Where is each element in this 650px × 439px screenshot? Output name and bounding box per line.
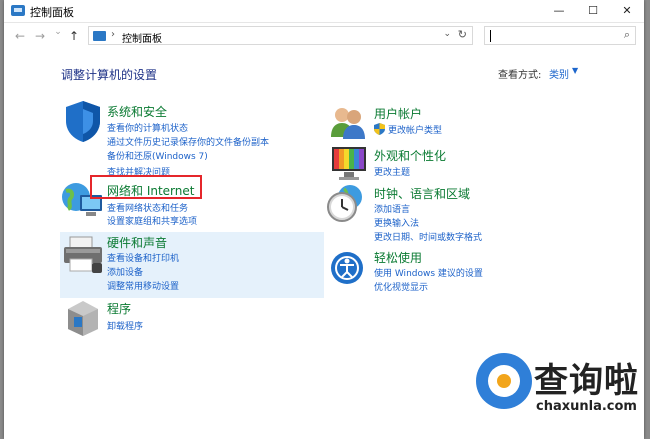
link-homegroup-sharing[interactable]: 设置家庭组和共享选项 — [107, 214, 197, 227]
uac-shield-icon — [374, 123, 385, 135]
refresh-icon[interactable]: ↻ — [458, 28, 467, 41]
category-title[interactable]: 系统和安全 — [107, 103, 167, 120]
recent-locations-icon[interactable]: ⌄ — [50, 27, 66, 37]
category-title[interactable]: 硬件和声音 — [107, 234, 167, 251]
search-icon[interactable]: ⌕ — [624, 28, 630, 42]
up-arrow-icon[interactable]: ↑ — [66, 29, 82, 43]
link-add-device[interactable]: 添加设备 — [107, 265, 143, 278]
watermark: 查询啦 chaxunla.com — [474, 349, 644, 439]
link-change-date-time-format[interactable]: 更改日期、时间或数字格式 — [374, 230, 482, 243]
chevron-right-icon: › — [111, 29, 115, 40]
users-icon — [331, 108, 365, 139]
clock-globe-icon — [327, 185, 362, 222]
view-by-label: 查看方式: — [498, 70, 542, 81]
back-arrow-icon[interactable]: ← — [12, 29, 28, 43]
link-add-language[interactable]: 添加语言 — [374, 202, 410, 215]
chevron-down-icon[interactable]: ▼ — [572, 66, 578, 75]
close-button[interactable]: ✕ — [610, 0, 644, 22]
shield-icon — [66, 101, 100, 142]
control-panel-icon — [11, 5, 25, 16]
link-mobility-settings[interactable]: 调整常用移动设置 — [107, 279, 179, 292]
control-panel-icon — [93, 31, 106, 41]
link-network-status[interactable]: 查看网络状态和任务 — [107, 201, 188, 214]
category-title[interactable]: 轻松使用 — [374, 249, 422, 266]
maximize-button[interactable]: ☐ — [576, 0, 610, 22]
navigation-bar: ← → ⌄ ↑ › 控制面板 ⌄ ↻ ⌕ — [4, 23, 644, 49]
ease-of-access-icon — [331, 252, 363, 284]
link-recommended-settings[interactable]: 使用 Windows 建议的设置 — [374, 266, 483, 279]
link-change-account-type[interactable]: 更改帐户类型 — [388, 123, 442, 136]
link-change-theme[interactable]: 更改主题 — [374, 165, 410, 178]
text-cursor — [490, 30, 491, 42]
link-uninstall-program[interactable]: 卸载程序 — [107, 319, 143, 332]
link-view-computer-status[interactable]: 查看你的计算机状态 — [107, 121, 188, 134]
watermark-text: 查询啦 — [534, 361, 639, 401]
control-panel-window: 控制面板 — ☐ ✕ ← → ⌄ ↑ › 控制面板 ⌄ ↻ ⌕ 调整计算机的设置… — [4, 0, 644, 439]
window-title: 控制面板 — [30, 6, 74, 19]
annotation-highlight-box — [90, 175, 202, 199]
page-title: 调整计算机的设置 — [61, 68, 158, 82]
forward-arrow-icon[interactable]: → — [32, 29, 48, 43]
watermark-logo-dot — [497, 374, 511, 388]
link-devices-printers[interactable]: 查看设备和打印机 — [107, 251, 179, 264]
category-title[interactable]: 程序 — [107, 300, 131, 317]
link-optimize-visual-display[interactable]: 优化视觉显示 — [374, 280, 428, 293]
printer-icon — [64, 236, 102, 273]
monitor-palette-icon — [332, 147, 366, 180]
link-change-input-method[interactable]: 更换输入法 — [374, 216, 419, 229]
link-backup-restore[interactable]: 备份和还原(Windows 7) — [107, 149, 208, 162]
link-file-history-backup[interactable]: 通过文件历史记录保存你的文件备份副本 — [107, 135, 269, 148]
category-title[interactable]: 外观和个性化 — [374, 147, 446, 164]
program-box-icon — [68, 301, 98, 336]
watermark-url: chaxunla.com — [536, 399, 637, 414]
breadcrumb[interactable]: 控制面板 — [122, 30, 162, 45]
search-input[interactable]: ⌕ — [484, 26, 636, 45]
title-bar: 控制面板 — ☐ ✕ — [4, 0, 644, 23]
view-by-dropdown[interactable]: 类别 — [549, 66, 569, 81]
category-title[interactable]: 时钟、语言和区域 — [374, 185, 470, 202]
category-title[interactable]: 用户帐户 — [374, 105, 422, 122]
chevron-down-icon[interactable]: ⌄ — [443, 29, 451, 39]
minimize-button[interactable]: — — [542, 0, 576, 22]
address-field[interactable]: › 控制面板 ⌄ ↻ — [88, 26, 473, 45]
main-content: 调整计算机的设置 查看方式: 类别 ▼ 系统和安全 查看你的计算机状态 通过文件… — [4, 49, 644, 439]
